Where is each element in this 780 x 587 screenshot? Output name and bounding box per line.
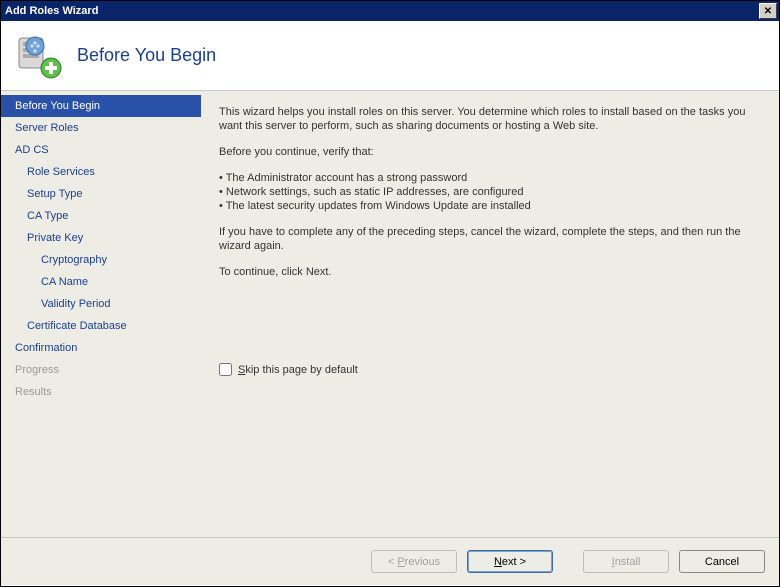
previous-button[interactable]: < Previous xyxy=(371,550,457,573)
next-button[interactable]: Next > xyxy=(467,550,553,573)
sidebar-item-confirmation[interactable]: Confirmation xyxy=(1,337,201,359)
sidebar-item-role-services[interactable]: Role Services xyxy=(1,161,201,183)
skip-checkbox[interactable] xyxy=(219,363,232,376)
sidebar-item-setup-type[interactable]: Setup Type xyxy=(1,183,201,205)
sidebar-item-validity-period[interactable]: Validity Period xyxy=(1,293,201,315)
install-button[interactable]: Install xyxy=(583,550,669,573)
skip-row: Skip this page by default xyxy=(219,363,358,376)
sidebar-item-server-roles[interactable]: Server Roles xyxy=(1,117,201,139)
window-title: Add Roles Wizard xyxy=(5,5,98,17)
close-icon: ✕ xyxy=(764,6,772,17)
verify-bullets: • The Administrator account has a strong… xyxy=(219,171,759,213)
content-pane: This wizard helps you install roles on t… xyxy=(201,91,779,537)
sidebar-item-ca-type[interactable]: CA Type xyxy=(1,205,201,227)
sidebar-item-cryptography[interactable]: Cryptography xyxy=(1,249,201,271)
sidebar-item-ad-cs[interactable]: AD CS xyxy=(1,139,201,161)
server-role-icon xyxy=(15,32,63,80)
skip-label[interactable]: Skip this page by default xyxy=(238,364,358,376)
footer: < Previous Next > Install Cancel xyxy=(1,537,779,585)
titlebar: Add Roles Wizard ✕ xyxy=(1,1,779,21)
sidebar-item-results: Results xyxy=(1,381,201,403)
header: Before You Begin xyxy=(1,21,779,91)
continue-note: To continue, click Next. xyxy=(219,265,759,279)
sidebar-item-progress: Progress xyxy=(1,359,201,381)
restart-note: If you have to complete any of the prece… xyxy=(219,225,759,253)
verify-bullet: • The latest security updates from Windo… xyxy=(219,199,759,213)
wizard-body: Before You BeginServer RolesAD CSRole Se… xyxy=(1,91,779,537)
sidebar: Before You BeginServer RolesAD CSRole Se… xyxy=(1,91,201,537)
sidebar-item-private-key[interactable]: Private Key xyxy=(1,227,201,249)
cancel-button[interactable]: Cancel xyxy=(679,550,765,573)
verify-bullet: • Network settings, such as static IP ad… xyxy=(219,185,759,199)
sidebar-item-certificate-database[interactable]: Certificate Database xyxy=(1,315,201,337)
verify-bullet: • The Administrator account has a strong… xyxy=(219,171,759,185)
sidebar-item-ca-name[interactable]: CA Name xyxy=(1,271,201,293)
close-button[interactable]: ✕ xyxy=(759,3,777,19)
intro-text: This wizard helps you install roles on t… xyxy=(219,105,759,133)
sidebar-item-before-you-begin[interactable]: Before You Begin xyxy=(1,95,201,117)
verify-heading: Before you continue, verify that: xyxy=(219,145,759,159)
page-heading: Before You Begin xyxy=(77,45,216,66)
